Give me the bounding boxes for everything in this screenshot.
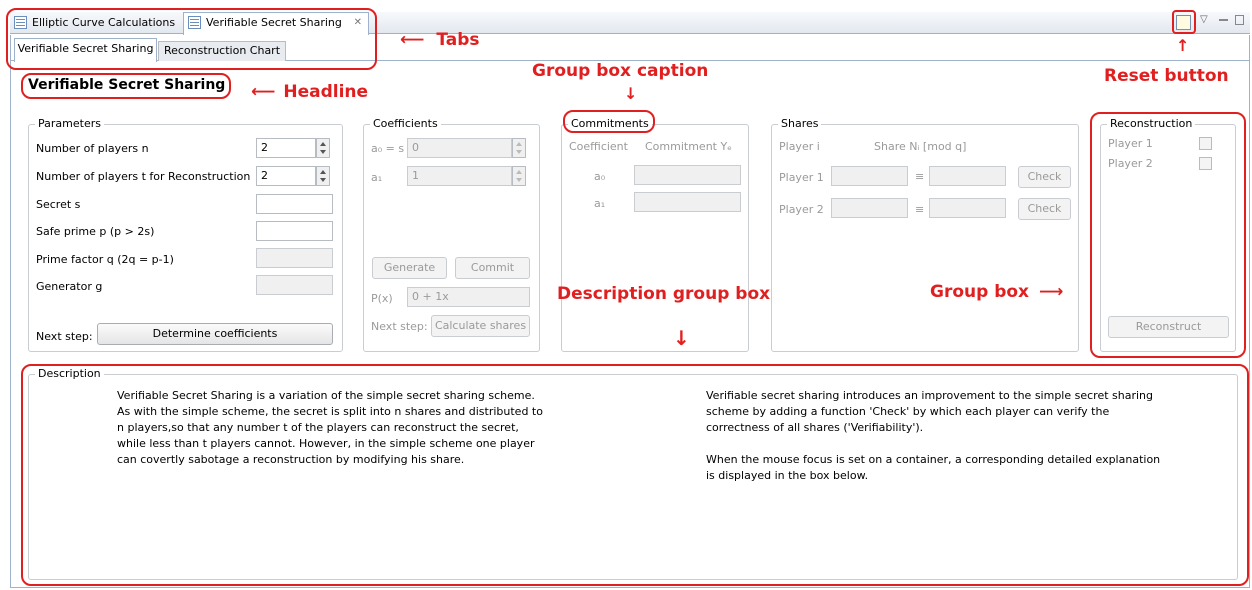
share-value-field xyxy=(929,198,1006,218)
minimize-icon[interactable] xyxy=(1219,19,1228,21)
calculate-shares-button[interactable]: Calculate shares xyxy=(431,315,530,337)
left-arrow-icon: ⟵ xyxy=(400,30,425,50)
determine-coefficients-button[interactable]: Determine coefficients xyxy=(97,323,333,345)
prime-input[interactable] xyxy=(256,221,333,241)
next-step-label: Next step: xyxy=(371,320,428,333)
prime-factor-field xyxy=(256,248,333,268)
players-t-label: Number of players t for Reconstruction xyxy=(36,170,251,183)
commitment-field xyxy=(634,165,741,185)
col-share: Share Nᵢ [mod q] xyxy=(874,140,967,153)
prime-factor-label: Prime factor q (2q = p-1) xyxy=(36,253,174,266)
secret-input[interactable] xyxy=(256,194,333,214)
reset-button-highlight xyxy=(1172,10,1196,34)
share-value-field xyxy=(929,166,1006,186)
maximize-icon[interactable] xyxy=(1235,15,1244,25)
share-player-field xyxy=(831,198,908,218)
commitments-caption-highlight xyxy=(563,110,655,133)
generate-button[interactable]: Generate xyxy=(372,257,447,279)
headline-highlight xyxy=(21,73,231,99)
up-arrow-icon: ↑ xyxy=(1176,36,1190,55)
annotation-label: Group box xyxy=(930,282,1030,302)
down-arrow-icon: ↓ xyxy=(624,84,638,103)
commitment-row-label: a₁ xyxy=(594,197,606,210)
commitment-field xyxy=(634,192,741,212)
prime-label: Safe prime p (p > 2s) xyxy=(36,225,155,238)
description-group-highlight xyxy=(21,364,1249,586)
players-t-spinner[interactable] xyxy=(316,166,330,186)
share-row-label: Player 2 xyxy=(779,203,824,216)
secret-label: Secret s xyxy=(36,198,81,211)
px-field: 0 + 1x xyxy=(407,287,530,307)
px-label: P(x) xyxy=(371,292,393,305)
coefficients-caption: Coefficients xyxy=(370,117,441,130)
tabs-highlight xyxy=(6,8,377,70)
players-n-input[interactable]: 2 xyxy=(256,138,316,158)
a0-input[interactable]: 0 xyxy=(407,138,512,158)
a1-spinner[interactable] xyxy=(512,166,526,186)
col-coefficient: Coefficient xyxy=(569,140,628,153)
reset-button-annotation: Reset button xyxy=(1104,66,1229,86)
commit-button[interactable]: Commit xyxy=(455,257,530,279)
tabs-annotation: ⟵ Tabs xyxy=(400,30,480,50)
share-row-label: Player 1 xyxy=(779,171,824,184)
view-menu-icon[interactable]: ▽ xyxy=(1200,14,1208,25)
generator-field xyxy=(256,275,333,295)
a1-input[interactable]: 1 xyxy=(407,166,512,186)
shares-caption: Shares xyxy=(778,117,822,130)
right-arrow-icon: ⟶ xyxy=(1039,282,1064,302)
commitment-row-label: a₀ xyxy=(594,170,606,183)
left-arrow-icon: ⟵ xyxy=(251,82,276,102)
shares-group: Shares xyxy=(771,117,1079,352)
description-group-box-annotation: Description group box xyxy=(557,284,771,304)
check-button[interactable]: Check xyxy=(1018,198,1071,220)
col-commitment: Commitment Yₑ xyxy=(645,140,732,153)
players-n-spinner[interactable] xyxy=(316,138,330,158)
annotation-label: Tabs xyxy=(436,30,480,50)
a0-spinner[interactable] xyxy=(512,138,526,158)
down-arrow-icon: ↓ xyxy=(673,326,690,350)
annotation-label: Headline xyxy=(283,82,369,102)
a0-label: a₀ = s xyxy=(371,142,405,155)
next-step-label: Next step: xyxy=(36,330,93,343)
share-player-field xyxy=(831,166,908,186)
congruent-symbol: ≡ xyxy=(915,203,925,216)
headline-annotation: ⟵ Headline xyxy=(251,82,368,102)
generator-label: Generator g xyxy=(36,280,103,293)
players-n-label: Number of players n xyxy=(36,142,149,155)
commitments-group: Commitments xyxy=(561,117,749,352)
group-box-caption-annotation: Group box caption xyxy=(532,61,709,81)
group-box-annotation: Group box ⟶ xyxy=(930,282,1063,302)
players-t-input[interactable]: 2 xyxy=(256,166,316,186)
a1-label: a₁ xyxy=(371,171,383,184)
check-button[interactable]: Check xyxy=(1018,166,1071,188)
col-player: Player i xyxy=(779,140,820,153)
reconstruction-group-highlight xyxy=(1090,112,1246,358)
parameters-caption: Parameters xyxy=(35,117,104,130)
congruent-symbol: ≡ xyxy=(915,170,925,183)
